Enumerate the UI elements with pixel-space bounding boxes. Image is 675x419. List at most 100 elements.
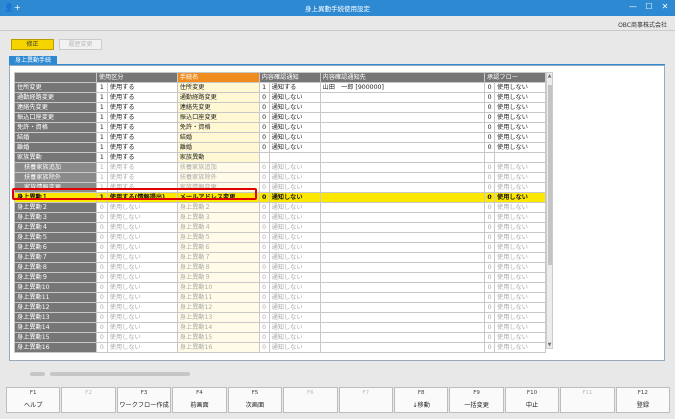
table-row[interactable]: 連絡先変更 1 使用する 連絡先変更 0 通知しない 0 使用しない <box>14 102 546 113</box>
notify-to-cell[interactable] <box>319 282 486 293</box>
notify-text-cell[interactable]: 通知する <box>268 82 321 93</box>
notify-text-cell[interactable]: 通知しない <box>268 172 321 183</box>
procedure-name-cell[interactable]: 身上異動10 <box>176 282 260 293</box>
notify-to-cell[interactable] <box>319 232 486 243</box>
notify-to-cell[interactable] <box>319 202 486 213</box>
approval-code-cell[interactable]: 0 <box>484 222 496 233</box>
vertical-scrollbar[interactable]: ▲ ▼ <box>546 72 553 349</box>
maximize-icon[interactable]: ☐ <box>643 2 655 11</box>
notify-code-cell[interactable]: 1 <box>258 82 270 93</box>
use-code-cell[interactable]: 0 <box>95 272 108 283</box>
notify-to-cell[interactable] <box>319 212 486 223</box>
notify-to-cell[interactable] <box>319 142 486 153</box>
use-code-cell[interactable]: 0 <box>95 302 108 313</box>
table-row[interactable]: 身上異動13 0 使用しない 身上異動13 0 通知しない 0 使用しない <box>14 312 546 323</box>
notify-to-cell[interactable] <box>319 332 486 343</box>
table-row[interactable]: 免許・資格 1 使用する 免許・資格 0 通知しない 0 使用しない <box>14 122 546 133</box>
notify-to-cell[interactable] <box>319 152 486 163</box>
procedure-name-cell[interactable]: 身上異動６ <box>176 242 260 253</box>
notify-text-cell[interactable]: 通知しない <box>268 162 321 173</box>
table-row[interactable]: 身上異動16 0 使用しない 身上異動16 0 通知しない 0 使用しない <box>14 342 546 353</box>
close-icon[interactable]: ✕ <box>659 2 671 11</box>
approval-text-cell[interactable]: 使用しない <box>494 322 546 333</box>
notify-text-cell[interactable]: 通知しない <box>268 222 321 233</box>
notify-to-cell[interactable] <box>319 252 486 263</box>
approval-code-cell[interactable]: 0 <box>484 132 496 143</box>
fkey-f2-button[interactable]: F2 <box>61 387 116 413</box>
notify-text-cell[interactable]: 通知しない <box>268 142 321 153</box>
use-text-cell[interactable]: 使用しない <box>106 292 178 303</box>
approval-code-cell[interactable]: 0 <box>484 162 496 173</box>
minimize-icon[interactable]: — <box>627 2 639 11</box>
notify-to-cell[interactable] <box>319 122 486 133</box>
notify-to-cell[interactable] <box>319 312 486 323</box>
approval-code-cell[interactable] <box>484 152 496 163</box>
use-text-cell[interactable]: 使用する <box>106 152 178 163</box>
use-code-cell[interactable]: 0 <box>95 262 108 273</box>
notify-text-cell[interactable] <box>268 152 321 163</box>
use-text-cell[interactable]: 使用しない <box>106 262 178 273</box>
table-row[interactable]: 結婚 1 使用する 結婚 0 通知しない 0 使用しない <box>14 132 546 143</box>
notify-code-cell[interactable]: 0 <box>258 342 270 353</box>
history-change-button[interactable]: 履歴変更 <box>59 39 102 50</box>
table-row[interactable]: 身上異動５ 0 使用しない 身上異動５ 0 通知しない 0 使用しない <box>14 232 546 243</box>
approval-text-cell[interactable]: 使用しない <box>494 312 546 323</box>
notify-code-cell[interactable] <box>258 152 270 163</box>
notify-code-cell[interactable]: 0 <box>258 92 270 103</box>
notify-to-cell[interactable] <box>319 102 486 113</box>
notify-text-cell[interactable]: 通知しない <box>268 302 321 313</box>
notify-to-cell[interactable] <box>319 192 486 203</box>
use-code-cell[interactable]: 1 <box>95 102 108 113</box>
table-row[interactable]: 住所変更 1 使用する 住所変更 1 通知する 山田 一郎 [900000] 0 使用しない <box>14 82 546 93</box>
table-row[interactable]: 身上異動９ 0 使用しない 身上異動９ 0 通知しない 0 使用しない <box>14 272 546 283</box>
approval-code-cell[interactable]: 0 <box>484 332 496 343</box>
procedure-name-cell[interactable]: 家族異動 <box>176 152 260 163</box>
approval-text-cell[interactable]: 使用しない <box>494 302 546 313</box>
notify-code-cell[interactable]: 0 <box>258 112 270 123</box>
notify-to-cell[interactable] <box>319 242 486 253</box>
use-text-cell[interactable]: 使用する <box>106 132 178 143</box>
notify-code-cell[interactable]: 0 <box>258 182 270 193</box>
approval-code-cell[interactable]: 0 <box>484 102 496 113</box>
notify-to-cell[interactable] <box>319 302 486 313</box>
approval-text-cell[interactable]: 使用しない <box>494 232 546 243</box>
use-text-cell[interactable]: 使用しない <box>106 232 178 243</box>
fkey-f7-button[interactable]: F7 <box>338 387 393 413</box>
table-row[interactable]: 身上異動３ 0 使用しない 身上異動３ 0 通知しない 0 使用しない <box>14 212 546 223</box>
approval-code-cell[interactable]: 0 <box>484 82 496 93</box>
use-code-cell[interactable]: 0 <box>95 212 108 223</box>
use-text-cell[interactable]: 使用しない <box>106 312 178 323</box>
scroll-thumb[interactable] <box>548 85 552 265</box>
table-row[interactable]: 扶養家族除外 1 使用する 扶養家族除外 0 通知しない 0 使用しない <box>14 172 546 183</box>
use-code-cell[interactable]: 0 <box>95 282 108 293</box>
approval-text-cell[interactable]: 使用しない <box>494 82 546 93</box>
notify-to-cell[interactable] <box>319 132 486 143</box>
procedure-name-cell[interactable]: 通勤経路変更 <box>176 92 260 103</box>
procedure-name-cell[interactable]: 身上異動15 <box>176 332 260 343</box>
use-text-cell[interactable]: 使用する <box>106 172 178 183</box>
table-row[interactable]: 身上異動２ 0 使用しない 身上異動２ 0 通知しない 0 使用しない <box>14 202 546 213</box>
procedure-name-cell[interactable]: 身上異動16 <box>176 342 260 353</box>
notify-code-cell[interactable]: 0 <box>258 302 270 313</box>
use-code-cell[interactable]: 0 <box>95 312 108 323</box>
use-text-cell[interactable]: 使用しない <box>106 212 178 223</box>
notify-text-cell[interactable]: 通知しない <box>268 312 321 323</box>
approval-text-cell[interactable]: 使用しない <box>494 342 546 353</box>
approval-text-cell[interactable]: 使用しない <box>494 112 546 123</box>
use-text-cell[interactable]: 使用しない <box>106 302 178 313</box>
approval-text-cell[interactable]: 使用しない <box>494 132 546 143</box>
approval-code-cell[interactable]: 0 <box>484 172 496 183</box>
use-code-cell[interactable]: 1 <box>95 82 108 93</box>
table-row[interactable]: 身上異動６ 0 使用しない 身上異動６ 0 通知しない 0 使用しない <box>14 242 546 253</box>
notify-text-cell[interactable]: 通知しない <box>268 112 321 123</box>
use-code-cell[interactable]: 0 <box>95 232 108 243</box>
table-row[interactable]: 通勤経路変更 1 使用する 通勤経路変更 0 通知しない 0 使用しない <box>14 92 546 103</box>
use-text-cell[interactable]: 使用する <box>106 102 178 113</box>
procedure-name-cell[interactable]: 振込口座変更 <box>176 112 260 123</box>
approval-text-cell[interactable]: 使用しない <box>494 172 546 183</box>
fkey-f3-button[interactable]: F3 ワークフロー作成 <box>116 387 172 413</box>
procedure-name-cell[interactable]: 結婚 <box>176 132 260 143</box>
procedure-name-cell[interactable]: 住所変更 <box>176 82 260 93</box>
approval-text-cell[interactable]: 使用しない <box>494 212 546 223</box>
scroll-down-icon[interactable]: ▼ <box>547 342 552 348</box>
